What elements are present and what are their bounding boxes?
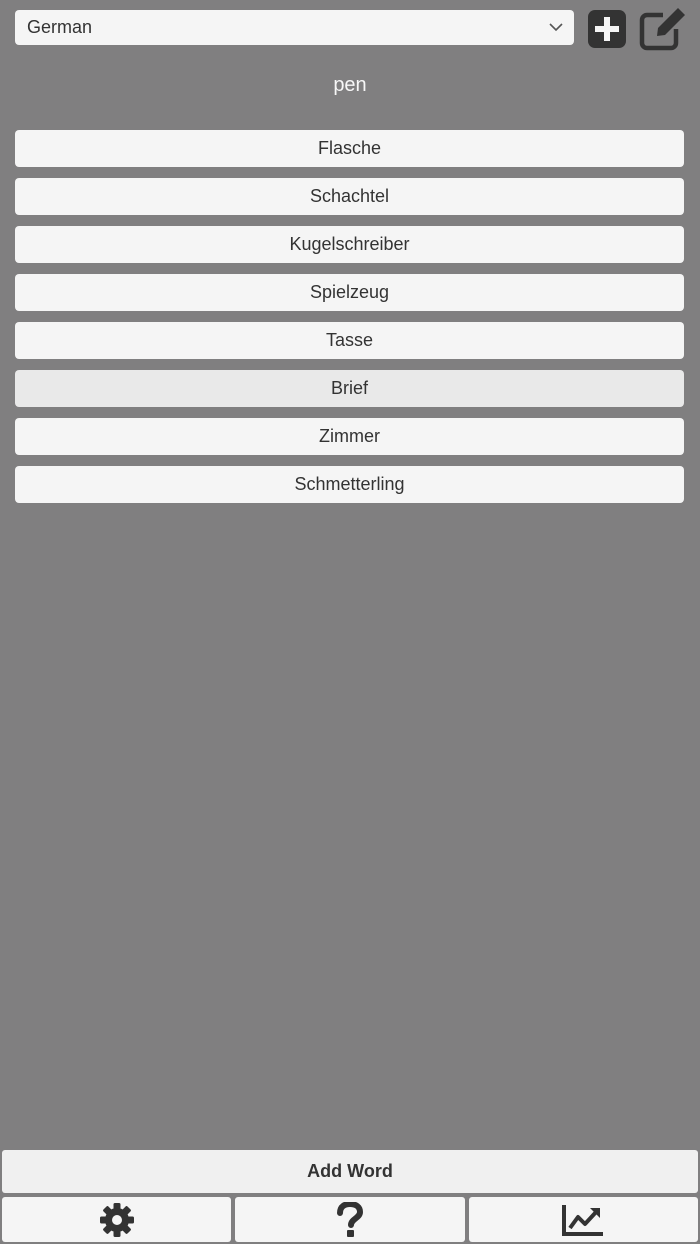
- question-icon: [336, 1201, 363, 1237]
- answer-choice[interactable]: Schmetterling: [15, 466, 684, 503]
- chevron-down-icon: [549, 23, 563, 32]
- answer-choice[interactable]: Zimmer: [15, 418, 684, 455]
- language-select-value: German: [27, 17, 93, 37]
- add-language-button[interactable]: [586, 8, 628, 50]
- answer-choice[interactable]: Tasse: [15, 322, 684, 359]
- answer-choice[interactable]: Kugelschreiber: [15, 226, 684, 263]
- edit-language-button[interactable]: [638, 8, 690, 51]
- edit-icon: [639, 8, 685, 51]
- help-button[interactable]: [235, 1197, 465, 1242]
- gear-icon: [99, 1202, 134, 1237]
- chart-icon: [562, 1204, 604, 1236]
- prompt-word: pen: [333, 74, 367, 96]
- settings-button[interactable]: [2, 1197, 232, 1242]
- statistics-button[interactable]: [468, 1197, 698, 1242]
- add-word-button[interactable]: Add Word: [2, 1150, 698, 1193]
- answer-choice[interactable]: Brief: [15, 370, 684, 407]
- language-select[interactable]: German: [15, 10, 574, 45]
- plus-square-icon: [588, 10, 626, 48]
- answer-choice[interactable]: Flasche: [15, 130, 684, 167]
- answer-choice[interactable]: Spielzeug: [15, 274, 684, 311]
- bottom-bar: [2, 1197, 698, 1242]
- answer-choices: Flasche Schachtel Kugelschreiber Spielze…: [15, 130, 684, 514]
- answer-choice[interactable]: Schachtel: [15, 178, 684, 215]
